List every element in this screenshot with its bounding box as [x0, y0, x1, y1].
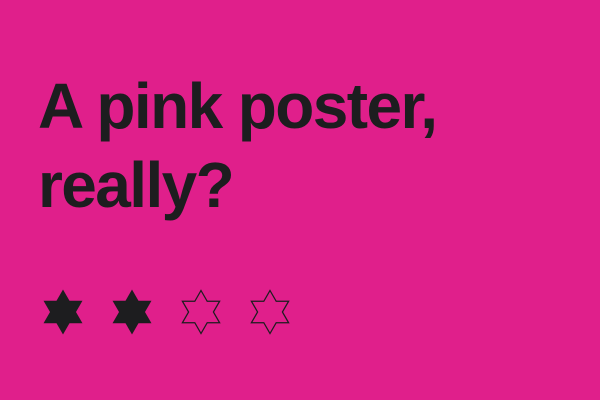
rating-star-2-icon: [109, 287, 155, 337]
rating-star-1-icon: [40, 287, 86, 337]
headline-line-2: really?: [38, 149, 235, 221]
headline: A pink poster, really?: [38, 67, 578, 225]
rating-star-4-icon: [247, 287, 293, 337]
pink-poster: A pink poster, really?: [0, 0, 600, 400]
rating-star-3-icon: [178, 287, 224, 337]
star-rating: [40, 287, 300, 337]
headline-line-1: A pink poster,: [38, 70, 438, 142]
